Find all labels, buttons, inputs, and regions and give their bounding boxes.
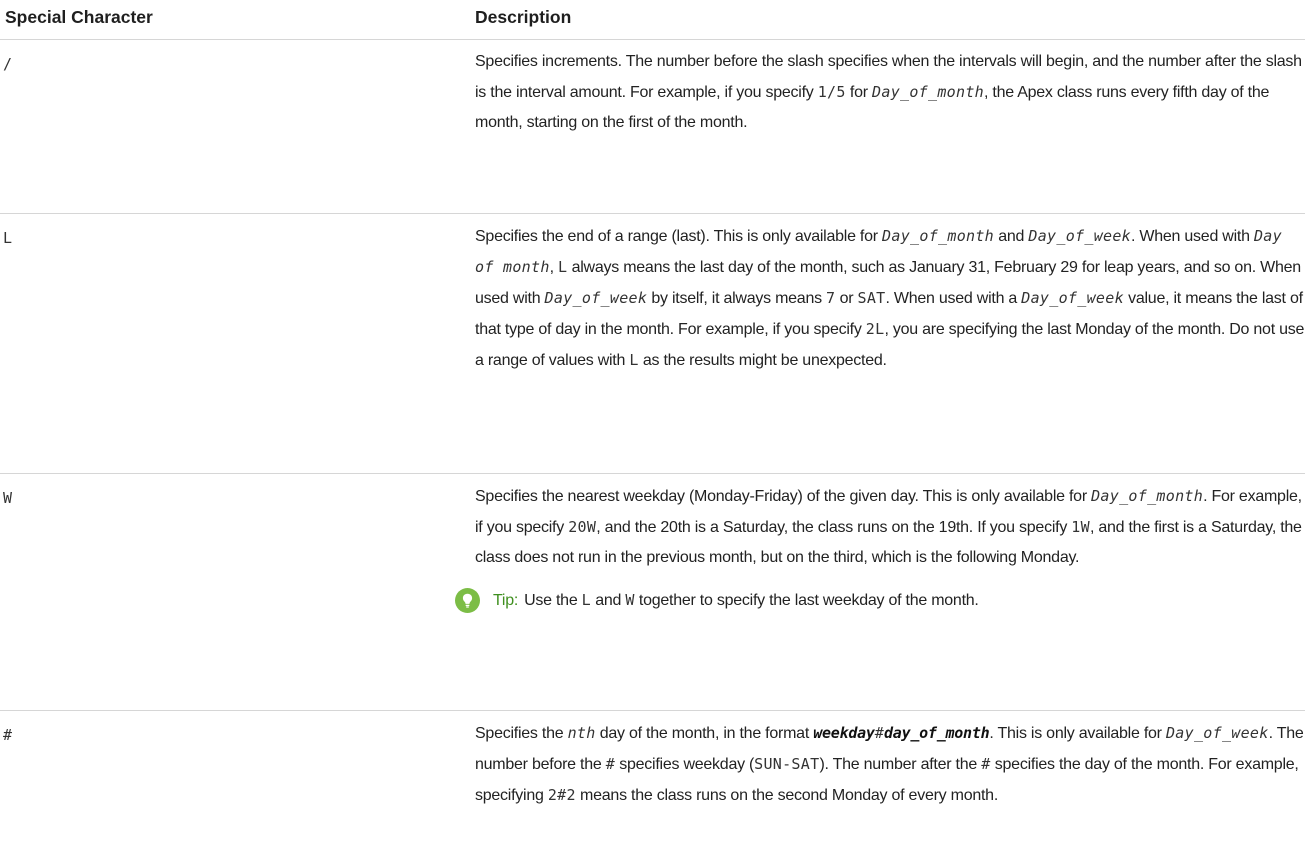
tip-note: Tip: Use the L and W together to specify … [455,586,1305,615]
description-cell: Specifies the nearest weekday (Monday-Fr… [455,473,1305,711]
table-row: W Specifies the nearest weekday (Monday-… [0,473,1305,711]
table-row: / Specifies increments. The number befor… [0,39,1305,214]
special-character-cell: / [0,39,470,214]
table-row: L Specifies the end of a range (last). T… [0,213,1305,474]
tip-text: Tip: Use the L and W together to specify … [493,591,979,609]
column-header-special-character: Special Character [0,0,470,40]
description-cell: Specifies the nth day of the month, in t… [470,711,1305,814]
table-header-row: Special Character Description [0,0,1305,40]
description-text: Specifies the nth day of the month, in t… [475,724,1304,804]
description-cell: Specifies the end of a range (last). Thi… [470,213,1305,474]
special-characters-table: Special Character Description / Specifie… [0,0,1305,813]
tip-label: Tip: [493,592,519,609]
column-header-description: Description [470,0,1305,40]
description-text: Specifies the nearest weekday (Monday-Fr… [475,487,1302,566]
lightbulb-icon [455,588,480,613]
description-text: Specifies increments. The number before … [475,53,1302,131]
special-character-cell: # [3,726,13,744]
special-character-cell: L [0,213,470,474]
description-text: Specifies the end of a range (last). Thi… [475,227,1305,369]
special-character-cell: W [0,473,470,711]
description-cell: Specifies increments. The number before … [470,39,1305,214]
table-row: # Specifies the nth day of the month, in… [0,711,1305,814]
